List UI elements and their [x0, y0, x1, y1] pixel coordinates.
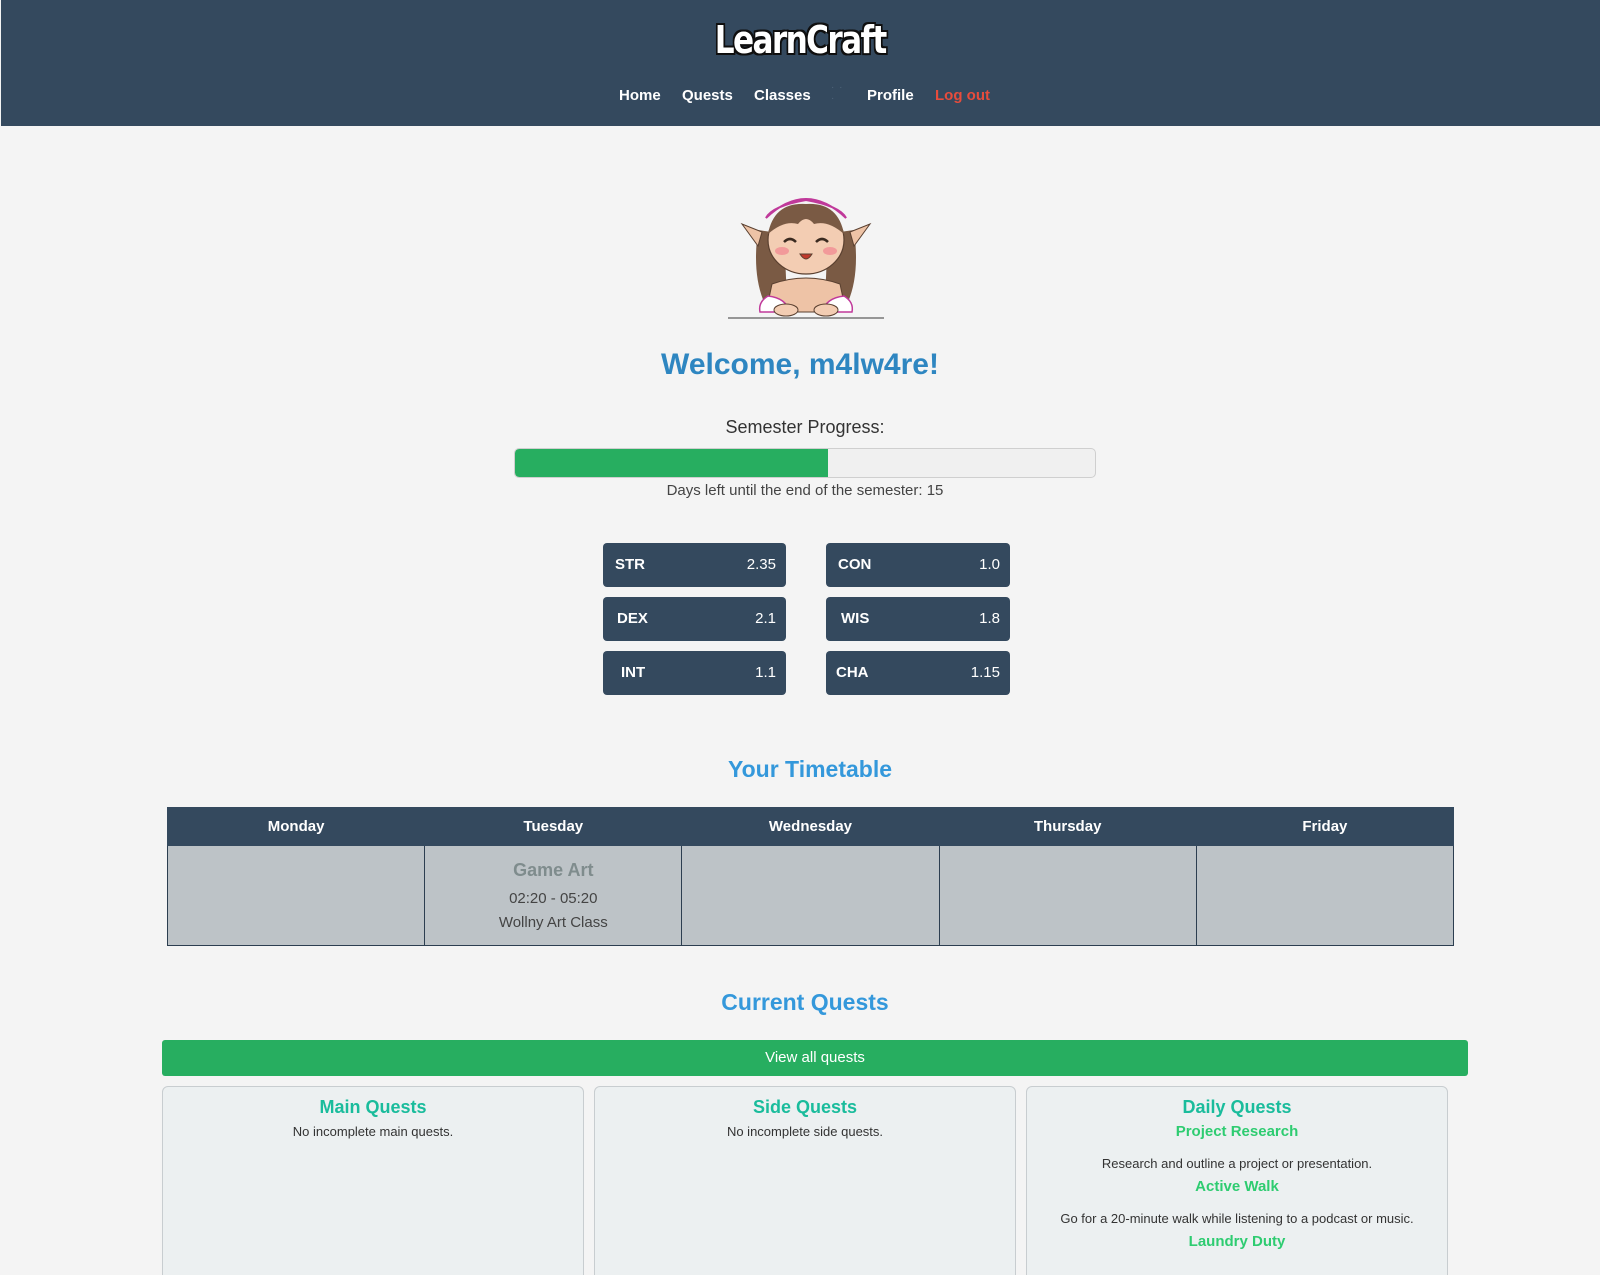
current-quests-heading: Current Quests [721, 989, 889, 1015]
nav-separator: · · · [831, 82, 844, 104]
timetable-cell-thursday [938, 845, 1197, 946]
logo-text: LearnCraft [715, 18, 888, 62]
timetable-heading: Your Timetable [727, 756, 893, 782]
semester-progress-bar [514, 448, 1096, 478]
main-nav: Home Quests Classes Profile Log out [1, 87, 1600, 109]
side-quests-empty-text: No incomplete side quests. [726, 1124, 884, 1139]
class-name: Game Art [513, 860, 594, 880]
nav-home[interactable]: Home [619, 87, 661, 104]
timetable-day-header: Thursday [938, 807, 1197, 846]
stat-cha: CHA 1.15 [826, 651, 1010, 695]
stat-str: STR 2.35 [603, 543, 786, 587]
timetable-cell-friday [1195, 845, 1455, 946]
daily-quest-desc: Go for a 20-minute walk while listening … [1060, 1211, 1414, 1226]
class-time: 02:20 - 05:20 [509, 890, 598, 907]
logo[interactable]: LearnCraft [1, 18, 1600, 62]
side-quests-title: Side Quests [752, 1097, 858, 1117]
stat-value: 1.0 [979, 556, 1000, 573]
stat-name: WIS [841, 610, 870, 627]
main-quests-title: Main Quests [319, 1097, 427, 1117]
nav-logout[interactable]: Log out [935, 87, 990, 104]
semester-progress-label: Semester Progress: [725, 417, 885, 437]
nav-classes[interactable]: Classes [754, 87, 811, 104]
stat-wis: WIS 1.8 [826, 597, 1010, 641]
stat-value: 2.35 [746, 556, 776, 573]
side-quests-card: Side Quests No incomplete side quests. [594, 1086, 1016, 1275]
daily-quest-item[interactable]: Active Walk Go for a 20-minute walk whil… [1027, 1178, 1447, 1226]
semester-progress-fill [515, 449, 829, 477]
stat-name: INT [621, 664, 646, 681]
main-quests-card: Main Quests No incomplete main quests. [162, 1086, 584, 1275]
daily-quest-item[interactable]: Project Research Research and outline a … [1027, 1123, 1447, 1171]
timetable-cell-tuesday[interactable]: Game Art 02:20 - 05:20 Wollny Art Class [424, 845, 683, 946]
stat-dex: DEX 2.1 [603, 597, 786, 641]
daily-quest-item[interactable]: Laundry Duty [1027, 1233, 1447, 1250]
top-header: LearnCraft · · · Home Quests Classes Pro… [1, 0, 1600, 126]
timetable-cell-wednesday [681, 845, 940, 946]
stat-name: DEX [617, 610, 648, 627]
daily-quests-title: Daily Quests [1182, 1097, 1292, 1117]
daily-quests-card: Daily Quests Project Research Research a… [1026, 1086, 1448, 1275]
class-location: Wollny Art Class [498, 914, 608, 931]
daily-quest-desc: Research and outline a project or presen… [1101, 1156, 1373, 1171]
stat-con: CON 1.0 [826, 543, 1010, 587]
nav-quests[interactable]: Quests [682, 87, 733, 104]
stat-value: 2.1 [755, 610, 776, 627]
days-left-text: Days left until the end of the semester:… [666, 482, 944, 499]
nav-profile[interactable]: Profile [867, 87, 914, 104]
timetable-day-header: Friday [1195, 807, 1455, 846]
timetable: Monday Tuesday Wednesday Thursday Friday… [166, 807, 1455, 946]
daily-quest-title: Active Walk [1195, 1178, 1279, 1195]
stat-value: 1.8 [979, 610, 1000, 627]
stat-name: CON [838, 556, 872, 573]
stat-name: CHA [836, 664, 869, 681]
main-quests-empty-text: No incomplete main quests. [292, 1124, 454, 1139]
stat-value: 1.1 [755, 664, 776, 681]
daily-quest-title: Project Research [1175, 1123, 1299, 1140]
avatar [728, 198, 884, 319]
timetable-day-header: Monday [166, 807, 426, 846]
timetable-day-header: Tuesday [424, 807, 683, 846]
timetable-day-header: Wednesday [681, 807, 940, 846]
daily-quest-title: Laundry Duty [1188, 1233, 1286, 1250]
view-all-quests-button[interactable]: View all quests [162, 1040, 1468, 1076]
welcome-heading: Welcome, m4lw4re! [661, 348, 939, 381]
stat-value: 1.15 [970, 664, 1000, 681]
timetable-cell-monday [166, 845, 426, 946]
stat-name: STR [615, 556, 645, 573]
stat-int: INT 1.1 [603, 651, 786, 695]
